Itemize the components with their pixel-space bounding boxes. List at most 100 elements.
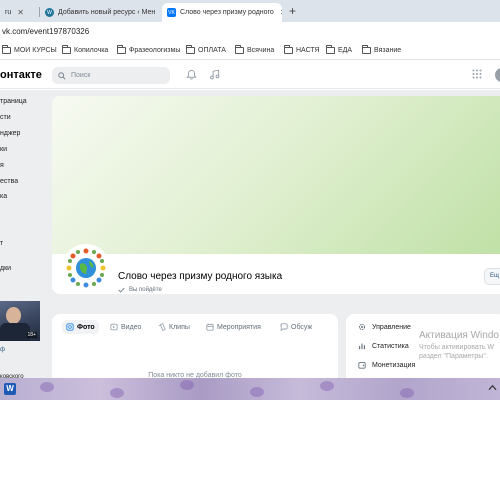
windows-taskbar: W — [0, 378, 500, 400]
search-icon — [58, 71, 66, 80]
new-tab-button[interactable]: + — [289, 4, 296, 18]
sidebar-item-messenger[interactable]: нджер — [0, 130, 20, 137]
check-icon — [118, 287, 125, 293]
age-rating-badge: 18+ — [26, 332, 37, 338]
folder-icon — [62, 45, 71, 54]
bookmark-label: Всячина — [247, 47, 275, 54]
close-tab-icon[interactable]: ✕ — [17, 8, 24, 17]
group-header-card: Слово через призму родного языка Вы пойд… — [52, 96, 500, 294]
folder-icon — [186, 45, 195, 54]
tab-title: Добавить новый ресурс ‹ Мен — [58, 9, 156, 16]
taskbar-flower — [250, 387, 264, 397]
tab-events[interactable]: Мероприятия — [206, 323, 261, 331]
tab-discussions[interactable]: Обсуж — [280, 323, 312, 331]
bookmark-label: НАСТЯ — [296, 47, 320, 54]
search-input[interactable]: Поиск — [52, 67, 170, 84]
attendance-label: Вы пойдёте — [129, 287, 162, 293]
word-app-icon[interactable]: W — [4, 383, 16, 395]
group-name: Слово через призму родного языка — [118, 271, 283, 282]
folder-icon — [235, 45, 244, 54]
bookmark-label: ЕДА — [338, 47, 353, 54]
sidebar-item-news[interactable]: сти — [0, 114, 11, 121]
search-placeholder: Поиск — [71, 72, 91, 79]
taskbar-flower — [40, 382, 54, 392]
ad-caption-1[interactable]: ф — [0, 347, 5, 353]
menu-label: Статистика — [372, 342, 409, 350]
group-cover — [52, 96, 500, 254]
left-sidebar: траница сти нджер ки я ества ка т дки 18… — [0, 90, 46, 380]
attendance-status[interactable]: Вы пойдёте — [118, 287, 162, 293]
bookmark-eda[interactable]: ЕДА — [326, 45, 353, 54]
bell-icon[interactable] — [186, 69, 197, 80]
chevron-up-icon[interactable] — [488, 384, 497, 391]
content-tabs-card: Фото Видео Клипы Мероприятия Обсуж Пока … — [52, 314, 338, 384]
folder-icon — [326, 45, 335, 54]
address-bar[interactable]: vk.com/event197870326 — [0, 22, 500, 42]
windows-activation-line-1: Чтобы активировать W — [419, 344, 495, 351]
tab-label: Фото — [77, 323, 95, 331]
chat-icon — [280, 323, 288, 331]
tab-video[interactable]: Видео — [110, 323, 141, 331]
tab-label: Видео — [121, 323, 142, 331]
sidebar-item-bookmarks[interactable]: дки — [0, 265, 11, 272]
ad-suit — [0, 323, 30, 341]
ad-image[interactable]: 18+ — [0, 301, 40, 341]
wordpress-icon: W — [45, 8, 54, 17]
sidebar-item-photos[interactable]: ка — [0, 193, 7, 200]
bookmark-label: Вязание — [374, 47, 402, 54]
bookmark-label: ОПЛАТА — [198, 47, 226, 54]
tab-clips[interactable]: Клипы — [158, 323, 190, 331]
bookmark-frazeologizmy[interactable]: Фразеологизмы — [117, 45, 180, 54]
vk-header: онтакте Поиск — [0, 61, 500, 89]
user-avatar[interactable] — [495, 68, 500, 82]
screen: ru ✕ W Добавить новый ресурс ‹ Мен ✕ VK … — [0, 0, 500, 500]
tab-title: ru — [5, 9, 12, 16]
close-tab-icon[interactable]: ✕ — [280, 8, 282, 17]
folder-icon — [2, 45, 11, 54]
bookmark-oplata[interactable]: ОПЛАТА — [186, 45, 226, 54]
apps-grid-icon[interactable] — [472, 69, 482, 79]
taskbar-flower — [400, 388, 414, 398]
folder-icon — [117, 45, 126, 54]
video-icon — [110, 323, 118, 331]
bookmark-kopilochka[interactable]: Копилочка — [62, 45, 109, 54]
menu-label: Монетизация — [372, 361, 416, 369]
bookmarks-bar: МОИ КУРСЫ Копилочка Фразеологизмы ОПЛАТА… — [0, 42, 500, 60]
sidebar-item-friends[interactable]: я — [0, 162, 4, 169]
clips-icon — [158, 323, 166, 331]
globe-people-logo — [65, 247, 107, 289]
bookmark-moi-kursy[interactable]: МОИ КУРСЫ — [2, 45, 57, 54]
browser-tab-2[interactable]: W Добавить новый ресурс ‹ Мен ✕ — [40, 3, 160, 22]
sidebar-item-communities[interactable]: ества — [0, 178, 18, 185]
group-avatar[interactable] — [62, 244, 110, 292]
menu-item-statistics[interactable]: Статистика — [358, 342, 409, 350]
sidebar-item-calls[interactable]: ки — [0, 146, 7, 153]
browser-tab-1[interactable]: ru ✕ — [0, 3, 38, 22]
folder-icon — [284, 45, 293, 54]
statistics-icon — [359, 343, 365, 350]
sidebar-item-cut[interactable]: т — [0, 240, 3, 247]
tab-label: Клипы — [169, 323, 190, 331]
taskbar-flower — [110, 388, 124, 398]
bookmark-nastya[interactable]: НАСТЯ — [284, 45, 320, 54]
gear-icon — [358, 323, 366, 331]
bookmark-vsyachina[interactable]: Всячина — [235, 45, 275, 54]
menu-item-management[interactable]: Управление — [358, 323, 411, 331]
bookmark-vyazanie[interactable]: Вязание — [362, 45, 402, 54]
windows-activation-line-2: раздел "Параметры". — [419, 353, 488, 360]
browser-tab-strip: ru ✕ W Добавить новый ресурс ‹ Мен ✕ VK … — [0, 0, 500, 22]
tab-photo[interactable]: Фото — [62, 320, 99, 334]
browser-tab-3-active[interactable]: VK Слово через призму родного ✕ — [162, 3, 282, 22]
menu-item-monetization[interactable]: Монетизация — [358, 361, 415, 369]
taskbar-flower — [180, 380, 194, 390]
music-icon[interactable] — [209, 69, 220, 80]
calendar-icon — [206, 323, 214, 331]
more-button[interactable]: Ещ — [484, 268, 500, 285]
bookmark-label: Копилочка — [74, 47, 109, 54]
wallet-icon — [358, 362, 366, 369]
vk-logo-text[interactable]: онтакте — [0, 69, 42, 81]
ad-face — [6, 307, 21, 324]
photo-icon — [66, 323, 74, 331]
sidebar-item-my-page[interactable]: траница — [0, 98, 27, 105]
url-text[interactable]: vk.com/event197870326 — [2, 27, 89, 36]
